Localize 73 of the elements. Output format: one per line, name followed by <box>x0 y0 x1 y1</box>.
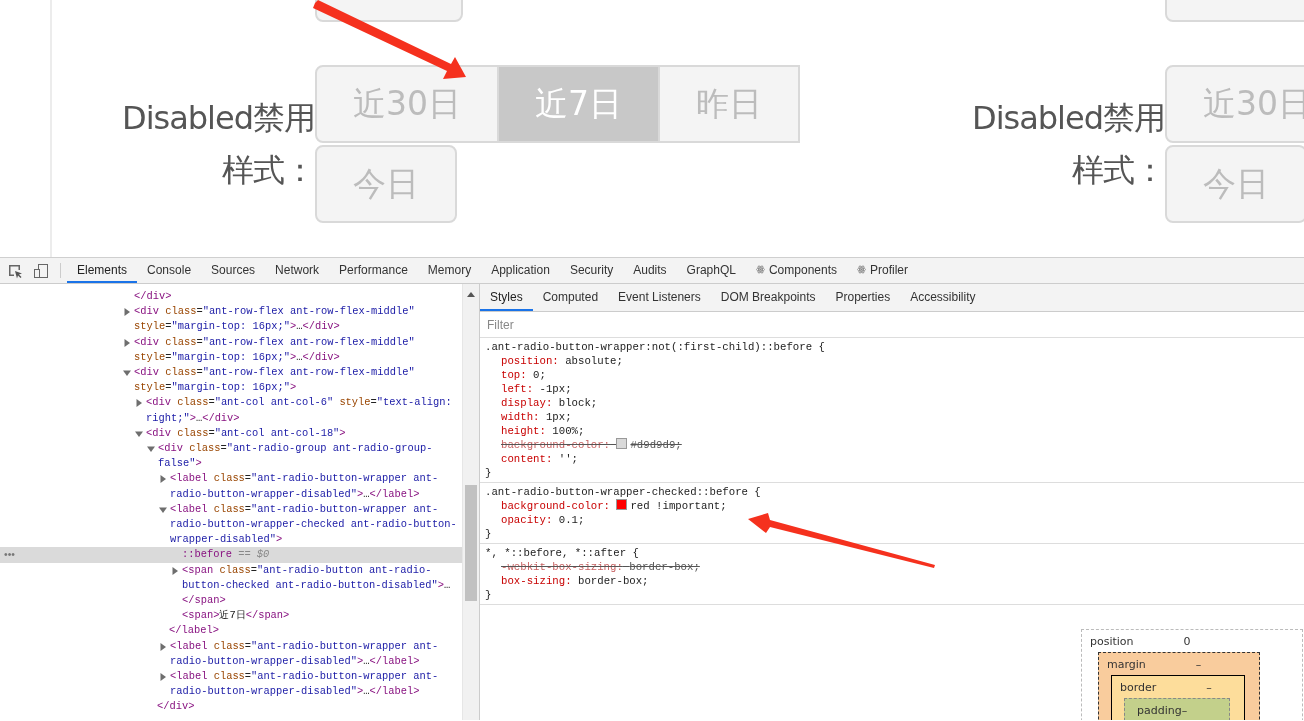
styles-pane-tab[interactable]: Properties <box>825 284 901 311</box>
dom-node[interactable]: <div class="ant-row-flex ant-row-flex-middle" style="margin-top: 16px;"> <box>134 365 460 396</box>
css-declaration[interactable]: top: 0; <box>485 368 1299 382</box>
css-declaration[interactable]: background-color: #d9d9d9; <box>485 438 1299 452</box>
devtools-tab[interactable]: Elements <box>67 258 138 283</box>
inspect-icon[interactable] <box>7 262 23 279</box>
dom-node[interactable]: <label class="ant-radio-button-wrapper ant-radio-button-wrapper-checked ant-radio-button-wrapper-disabled"> <box>170 501 460 548</box>
devtools-tab[interactable]: Application <box>481 258 560 283</box>
device-icon[interactable] <box>33 262 49 279</box>
css-declaration[interactable]: left: -1px; <box>485 382 1299 396</box>
css-declaration[interactable]: -webkit-box-sizing: border-box; <box>485 560 1299 574</box>
devtools-tab[interactable]: Performance <box>329 258 418 283</box>
dom-node[interactable]: ::before == $0 <box>182 547 460 563</box>
dom-node[interactable]: </div> <box>134 289 460 305</box>
styles-pane-tab[interactable]: Styles <box>480 284 533 311</box>
devtools-tab[interactable]: Audits <box>623 258 677 283</box>
dom-node[interactable]: </div> <box>157 699 460 715</box>
dom-node[interactable]: <span class="ant-radio-button ant-radio-button-checked ant-radio-button-disabled">…</span> <box>182 562 460 609</box>
collapse-triangle-icon[interactable] <box>123 369 131 377</box>
css-declaration[interactable]: height: 100%; <box>485 424 1299 438</box>
css-selector: *, *::before, *::after { <box>485 546 640 560</box>
closing-brace: } <box>485 588 493 602</box>
devtools-tab[interactable]: Sources <box>201 258 266 283</box>
css-declaration[interactable]: content: ''; <box>485 452 1299 466</box>
collapse-triangle-icon[interactable] <box>135 429 143 438</box>
expand-triangle-icon[interactable] <box>123 308 131 317</box>
atom-icon <box>857 265 866 274</box>
styles-pane-tab[interactable]: Event Listeners <box>608 284 711 311</box>
css-selector: .ant-radio-button-wrapper-checked::before { <box>485 485 762 499</box>
devtools-tab[interactable]: Components <box>745 258 847 283</box>
dom-node[interactable]: <label class="ant-radio-button-wrapper ant-radio-button-wrapper-disabled">…</label> <box>170 638 460 670</box>
expand-triangle-icon[interactable] <box>159 475 167 484</box>
styles-pane-tab[interactable]: DOM Breakpoints <box>710 284 826 311</box>
box-model-diagram: position 0 margin – border – padding– <box>1081 629 1303 720</box>
dom-node[interactable]: <span>近7日</span> <box>182 608 460 624</box>
expand-triangle-icon[interactable] <box>171 566 179 575</box>
dom-node[interactable]: <div class="ant-col ant-col-18"> <box>146 425 460 442</box>
field-label: Disabled禁用样式： <box>972 99 1165 189</box>
dom-node[interactable]: <label class="ant-radio-button-wrapper ant-radio-button-wrapper-disabled">…</label> <box>170 471 460 502</box>
scrollbar-thumb[interactable] <box>465 485 477 601</box>
devtools-tab[interactable]: GraphQL <box>676 258 746 283</box>
closing-brace: } <box>485 466 493 480</box>
css-declaration[interactable]: width: 1px; <box>485 410 1299 424</box>
css-declaration[interactable]: position: absolute; <box>485 354 1299 368</box>
devtools-tab[interactable]: Memory <box>417 258 482 283</box>
devtools-tab[interactable]: Security <box>559 258 624 283</box>
css-declaration[interactable]: opacity: 0.1; <box>485 513 1299 527</box>
devtools-tab[interactable]: Console <box>137 258 202 283</box>
dom-node[interactable]: <div class="ant-col ant-col-6" style="text-align: right;">…</div> <box>146 395 460 426</box>
devtools-tab[interactable]: Profiler <box>847 258 918 283</box>
devtools-tab[interactable]: Network <box>265 258 330 283</box>
dom-node[interactable]: <div class="ant-radio-group ant-radio-group-false"> <box>158 441 460 472</box>
css-selector: .ant-radio-button-wrapper:not(:first-child)::before { <box>485 340 826 354</box>
expand-triangle-icon[interactable] <box>123 338 131 347</box>
expand-triangle-icon[interactable] <box>135 399 143 408</box>
expand-triangle-icon[interactable] <box>159 673 167 682</box>
expand-triangle-icon[interactable] <box>159 642 167 651</box>
dom-node[interactable]: <label class="ant-radio-button-wrapper ant-radio-button-wrapper-disabled">…</label> <box>170 669 460 700</box>
scroll-up-icon[interactable] <box>467 292 475 297</box>
css-declaration[interactable]: box-sizing: border-box; <box>485 574 1299 588</box>
css-declaration[interactable]: background-color: red !important; <box>485 499 1299 513</box>
dom-node[interactable]: </label> <box>169 623 460 639</box>
atom-icon <box>755 265 765 274</box>
field-label: Disabled禁用样式： <box>122 99 315 189</box>
css-declaration[interactable]: display: block; <box>485 396 1299 410</box>
dom-node[interactable]: <div class="ant-row-flex ant-row-flex-middle" style="margin-top: 16px;">…</div> <box>134 334 460 365</box>
filter-field[interactable]: Filter <box>487 317 787 332</box>
collapse-triangle-icon[interactable] <box>147 445 155 454</box>
styles-pane-tab[interactable]: Accessibility <box>900 284 986 311</box>
dom-node[interactable]: <div class="ant-row-flex ant-row-flex-middle" style="margin-top: 16px;">…</div> <box>134 304 460 335</box>
collapse-triangle-icon[interactable] <box>159 505 167 514</box>
styles-pane-tab[interactable]: Computed <box>532 284 609 311</box>
closing-brace: } <box>485 527 493 541</box>
